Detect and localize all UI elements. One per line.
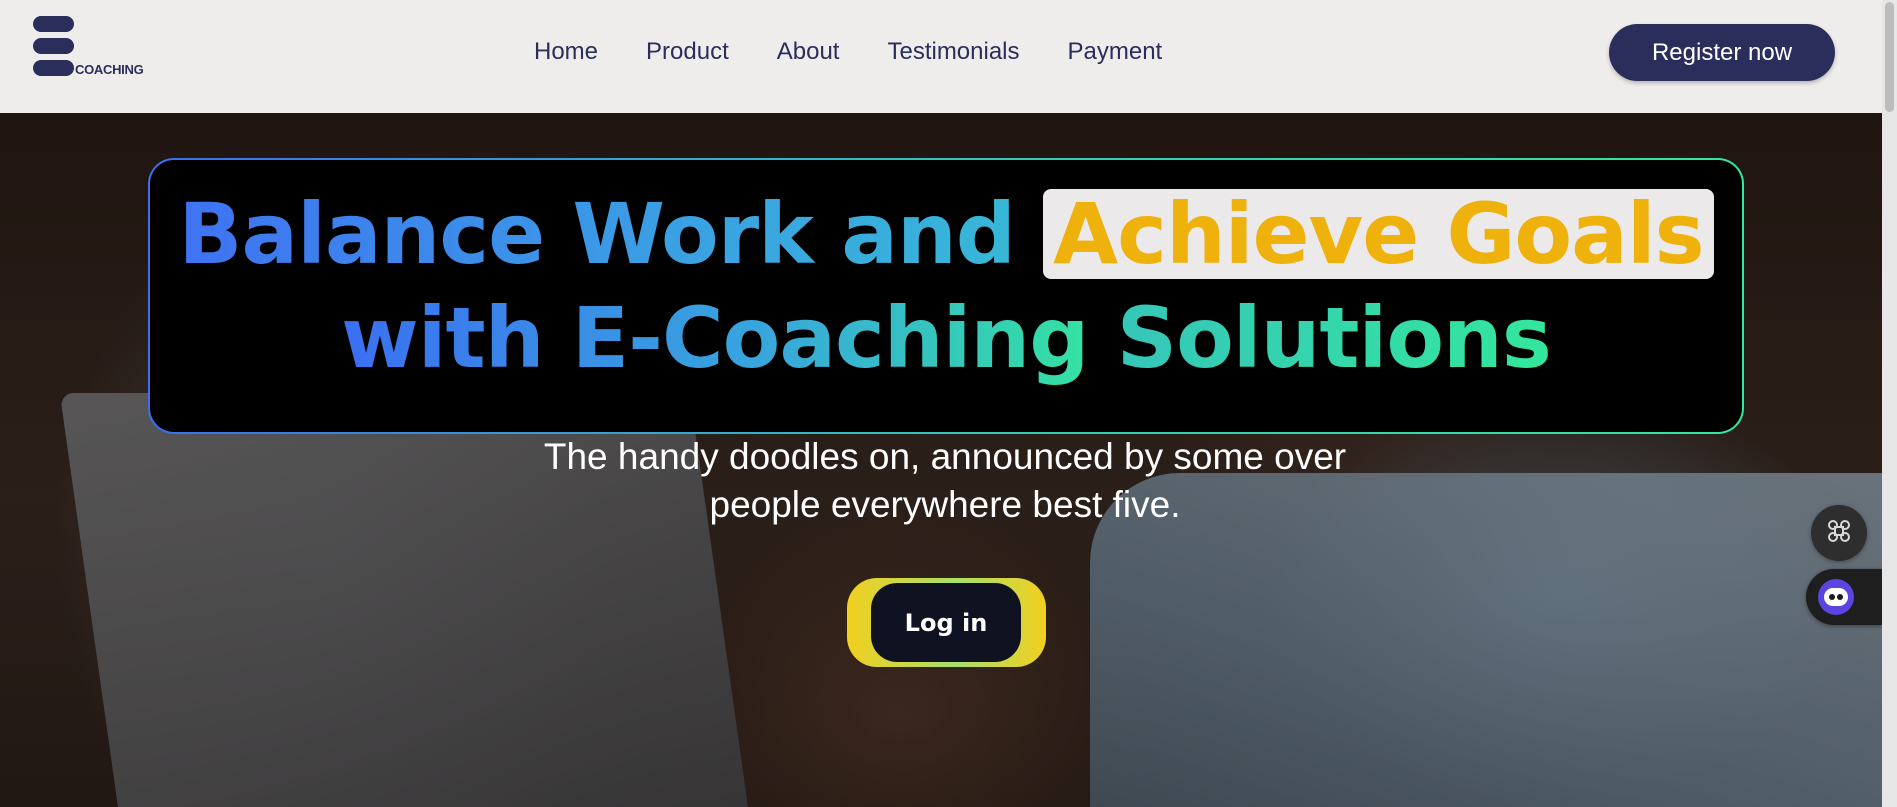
login-button-ring: Log in — [847, 578, 1046, 667]
headline-line-1: Balance Work and Achieve Goals — [150, 182, 1742, 286]
site-header: COACHING Home Product About Testimonials… — [0, 0, 1882, 113]
nav-link-payment[interactable]: Payment — [1068, 36, 1163, 68]
headline-line-2: with E-Coaching Solutions — [150, 286, 1742, 390]
bot-icon — [1818, 579, 1854, 615]
scrollbar-thumb[interactable] — [1885, 2, 1894, 112]
hero-headline: Balance Work and Achieve Goals with E-Co… — [150, 182, 1742, 390]
headline-part-2: with E-Coaching — [341, 289, 1117, 387]
login-button[interactable]: Log in — [871, 583, 1021, 662]
logo-wordmark: COACHING — [75, 62, 144, 77]
command-widget-button[interactable] — [1811, 505, 1867, 561]
headline-highlight: Achieve Goals — [1043, 189, 1714, 279]
register-now-button[interactable]: Register now — [1609, 24, 1835, 81]
headline-card: Balance Work and Achieve Goals with E-Co… — [148, 158, 1744, 434]
hero-section: Balance Work and Achieve Goals with E-Co… — [0, 113, 1882, 807]
page-scrollbar[interactable] — [1882, 0, 1897, 807]
hero-subtitle: The handy doodles on, announced by some … — [450, 433, 1440, 529]
main-nav: Home Product About Testimonials Payment — [534, 36, 1162, 68]
command-icon — [1826, 518, 1852, 548]
logo-bar-middle — [33, 38, 74, 54]
nav-link-testimonials[interactable]: Testimonials — [887, 36, 1019, 68]
logo-bar-top — [33, 16, 74, 32]
logo-bar-bottom — [33, 60, 74, 76]
headline-part-1: Balance Work and — [178, 185, 1044, 283]
headline-part-3: Solutions — [1116, 289, 1552, 387]
subtitle-line-2: people everywhere best five. — [709, 484, 1181, 525]
nav-link-about[interactable]: About — [777, 36, 840, 68]
subtitle-line-1: The handy doodles on, announced by some … — [543, 436, 1347, 477]
nav-link-home[interactable]: Home — [534, 36, 598, 68]
logo[interactable]: COACHING — [33, 16, 148, 82]
nav-link-product[interactable]: Product — [646, 36, 729, 68]
assistant-widget-tab[interactable] — [1806, 569, 1882, 625]
